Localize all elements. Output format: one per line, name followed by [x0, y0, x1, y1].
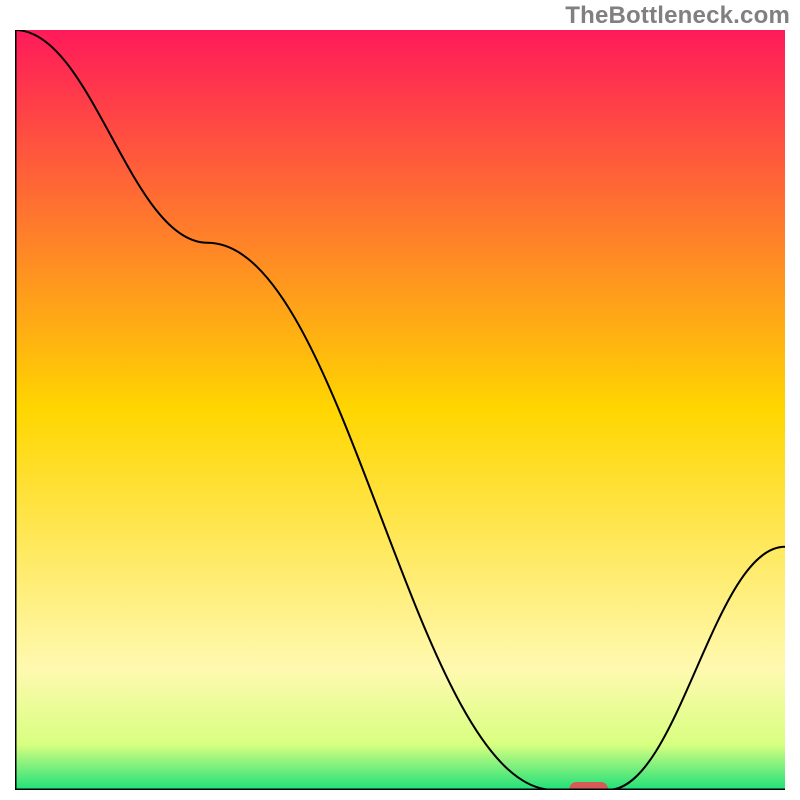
bottleneck-chart — [15, 30, 785, 790]
watermark-text: TheBottleneck.com — [565, 2, 790, 30]
chart-background — [15, 30, 785, 790]
